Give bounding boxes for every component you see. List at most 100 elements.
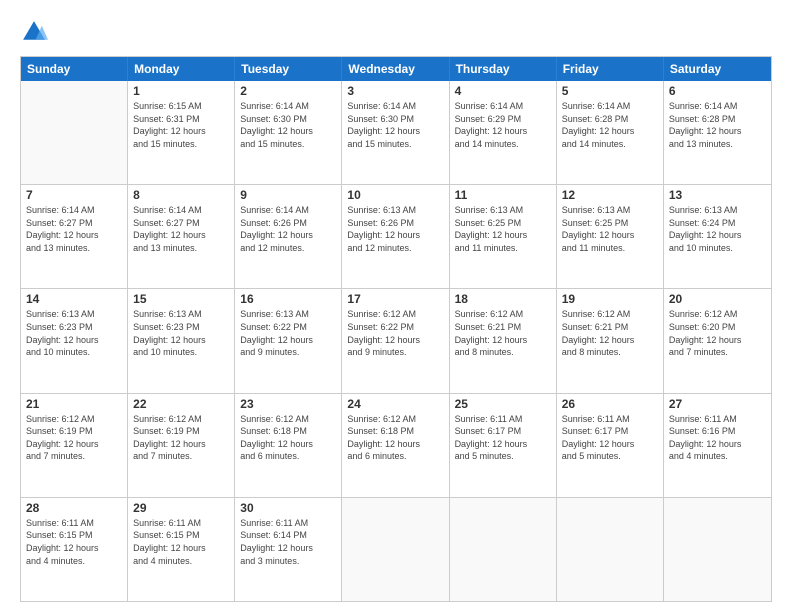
day-info: Sunrise: 6:12 AM Sunset: 6:18 PM Dayligh… [347, 413, 443, 463]
calendar-cell: 6 Sunrise: 6:14 AM Sunset: 6:28 PM Daylig… [664, 81, 771, 184]
day-info: Sunrise: 6:12 AM Sunset: 6:21 PM Dayligh… [455, 308, 551, 358]
calendar-cell: 18 Sunrise: 6:12 AM Sunset: 6:21 PM Dayli… [450, 289, 557, 392]
day-number: 4 [455, 84, 551, 98]
day-number: 16 [240, 292, 336, 306]
day-info: Sunrise: 6:13 AM Sunset: 6:22 PM Dayligh… [240, 308, 336, 358]
calendar-cell: 4 Sunrise: 6:14 AM Sunset: 6:29 PM Daylig… [450, 81, 557, 184]
logo [20, 18, 52, 46]
day-number: 12 [562, 188, 658, 202]
calendar-cell [450, 498, 557, 601]
day-info: Sunrise: 6:12 AM Sunset: 6:19 PM Dayligh… [26, 413, 122, 463]
calendar-cell: 30 Sunrise: 6:11 AM Sunset: 6:14 PM Dayli… [235, 498, 342, 601]
calendar-cell: 16 Sunrise: 6:13 AM Sunset: 6:22 PM Dayli… [235, 289, 342, 392]
day-number: 28 [26, 501, 122, 515]
day-number: 14 [26, 292, 122, 306]
day-number: 20 [669, 292, 766, 306]
calendar-cell: 25 Sunrise: 6:11 AM Sunset: 6:17 PM Dayli… [450, 394, 557, 497]
calendar-cell [664, 498, 771, 601]
day-info: Sunrise: 6:11 AM Sunset: 6:17 PM Dayligh… [562, 413, 658, 463]
calendar-cell: 10 Sunrise: 6:13 AM Sunset: 6:26 PM Dayli… [342, 185, 449, 288]
day-number: 19 [562, 292, 658, 306]
day-info: Sunrise: 6:12 AM Sunset: 6:20 PM Dayligh… [669, 308, 766, 358]
day-info: Sunrise: 6:14 AM Sunset: 6:28 PM Dayligh… [562, 100, 658, 150]
day-number: 18 [455, 292, 551, 306]
calendar-cell: 26Sunrise: 6:11 AM Sunset: 6:17 PM Dayli… [557, 394, 664, 497]
day-number: 1 [133, 84, 229, 98]
calendar-cell: 14 Sunrise: 6:13 AM Sunset: 6:23 PM Dayli… [21, 289, 128, 392]
weekday-header: Wednesday [342, 57, 449, 81]
day-number: 30 [240, 501, 336, 515]
day-number: 8 [133, 188, 229, 202]
day-info: Sunrise: 6:14 AM Sunset: 6:27 PM Dayligh… [26, 204, 122, 254]
day-number: 23 [240, 397, 336, 411]
weekday-header: Thursday [450, 57, 557, 81]
calendar-cell: 15Sunrise: 6:13 AM Sunset: 6:23 PM Dayli… [128, 289, 235, 392]
logo-icon [20, 18, 48, 46]
calendar-row: 14 Sunrise: 6:13 AM Sunset: 6:23 PM Dayli… [21, 288, 771, 392]
day-info: Sunrise: 6:12 AM Sunset: 6:21 PM Dayligh… [562, 308, 658, 358]
calendar-cell: 20 Sunrise: 6:12 AM Sunset: 6:20 PM Dayli… [664, 289, 771, 392]
day-info: Sunrise: 6:13 AM Sunset: 6:26 PM Dayligh… [347, 204, 443, 254]
day-number: 11 [455, 188, 551, 202]
day-number: 6 [669, 84, 766, 98]
day-info: Sunrise: 6:15 AM Sunset: 6:31 PM Dayligh… [133, 100, 229, 150]
calendar-cell [557, 498, 664, 601]
calendar-cell: 21 Sunrise: 6:12 AM Sunset: 6:19 PM Dayli… [21, 394, 128, 497]
day-info: Sunrise: 6:14 AM Sunset: 6:26 PM Dayligh… [240, 204, 336, 254]
day-info: Sunrise: 6:14 AM Sunset: 6:29 PM Dayligh… [455, 100, 551, 150]
day-number: 3 [347, 84, 443, 98]
day-info: Sunrise: 6:11 AM Sunset: 6:14 PM Dayligh… [240, 517, 336, 567]
calendar-cell [342, 498, 449, 601]
day-info: Sunrise: 6:13 AM Sunset: 6:23 PM Dayligh… [133, 308, 229, 358]
day-number: 2 [240, 84, 336, 98]
day-info: Sunrise: 6:11 AM Sunset: 6:15 PM Dayligh… [26, 517, 122, 567]
calendar-cell: 24Sunrise: 6:12 AM Sunset: 6:18 PM Dayli… [342, 394, 449, 497]
day-number: 5 [562, 84, 658, 98]
calendar-cell: 28 Sunrise: 6:11 AM Sunset: 6:15 PM Dayli… [21, 498, 128, 601]
weekday-header: Sunday [21, 57, 128, 81]
day-number: 22 [133, 397, 229, 411]
calendar-cell: 19 Sunrise: 6:12 AM Sunset: 6:21 PM Dayli… [557, 289, 664, 392]
calendar-cell: 8 Sunrise: 6:14 AM Sunset: 6:27 PM Daylig… [128, 185, 235, 288]
calendar-row: 28 Sunrise: 6:11 AM Sunset: 6:15 PM Dayli… [21, 497, 771, 601]
day-number: 25 [455, 397, 551, 411]
calendar-cell: 17 Sunrise: 6:12 AM Sunset: 6:22 PM Dayli… [342, 289, 449, 392]
day-info: Sunrise: 6:13 AM Sunset: 6:24 PM Dayligh… [669, 204, 766, 254]
calendar-row: 21 Sunrise: 6:12 AM Sunset: 6:19 PM Dayli… [21, 393, 771, 497]
calendar-cell: 1 Sunrise: 6:15 AM Sunset: 6:31 PM Daylig… [128, 81, 235, 184]
day-info: Sunrise: 6:12 AM Sunset: 6:22 PM Dayligh… [347, 308, 443, 358]
calendar-cell: 11 Sunrise: 6:13 AM Sunset: 6:25 PM Dayli… [450, 185, 557, 288]
day-info: Sunrise: 6:13 AM Sunset: 6:25 PM Dayligh… [455, 204, 551, 254]
day-info: Sunrise: 6:14 AM Sunset: 6:30 PM Dayligh… [347, 100, 443, 150]
day-number: 10 [347, 188, 443, 202]
calendar-cell: 22 Sunrise: 6:12 AM Sunset: 6:19 PM Dayli… [128, 394, 235, 497]
day-info: Sunrise: 6:11 AM Sunset: 6:17 PM Dayligh… [455, 413, 551, 463]
calendar-cell [21, 81, 128, 184]
day-info: Sunrise: 6:14 AM Sunset: 6:28 PM Dayligh… [669, 100, 766, 150]
day-info: Sunrise: 6:13 AM Sunset: 6:25 PM Dayligh… [562, 204, 658, 254]
day-info: Sunrise: 6:14 AM Sunset: 6:27 PM Dayligh… [133, 204, 229, 254]
calendar-cell: 2Sunrise: 6:14 AM Sunset: 6:30 PM Daylig… [235, 81, 342, 184]
calendar-body: 1 Sunrise: 6:15 AM Sunset: 6:31 PM Daylig… [21, 81, 771, 601]
day-number: 9 [240, 188, 336, 202]
day-info: Sunrise: 6:12 AM Sunset: 6:19 PM Dayligh… [133, 413, 229, 463]
day-number: 21 [26, 397, 122, 411]
day-number: 29 [133, 501, 229, 515]
calendar-cell: 9 Sunrise: 6:14 AM Sunset: 6:26 PM Daylig… [235, 185, 342, 288]
page: SundayMondayTuesdayWednesdayThursdayFrid… [0, 0, 792, 612]
weekday-header: Tuesday [235, 57, 342, 81]
weekday-header: Monday [128, 57, 235, 81]
header [20, 18, 772, 46]
calendar-row: 1 Sunrise: 6:15 AM Sunset: 6:31 PM Daylig… [21, 81, 771, 184]
calendar-cell: 13Sunrise: 6:13 AM Sunset: 6:24 PM Dayli… [664, 185, 771, 288]
weekday-header: Saturday [664, 57, 771, 81]
weekday-header: Friday [557, 57, 664, 81]
calendar-cell: 29Sunrise: 6:11 AM Sunset: 6:15 PM Dayli… [128, 498, 235, 601]
calendar-header: SundayMondayTuesdayWednesdayThursdayFrid… [21, 57, 771, 81]
day-info: Sunrise: 6:13 AM Sunset: 6:23 PM Dayligh… [26, 308, 122, 358]
calendar-cell: 12 Sunrise: 6:13 AM Sunset: 6:25 PM Dayli… [557, 185, 664, 288]
day-number: 17 [347, 292, 443, 306]
calendar: SundayMondayTuesdayWednesdayThursdayFrid… [20, 56, 772, 602]
calendar-cell: 23Sunrise: 6:12 AM Sunset: 6:18 PM Dayli… [235, 394, 342, 497]
calendar-cell: 5 Sunrise: 6:14 AM Sunset: 6:28 PM Daylig… [557, 81, 664, 184]
